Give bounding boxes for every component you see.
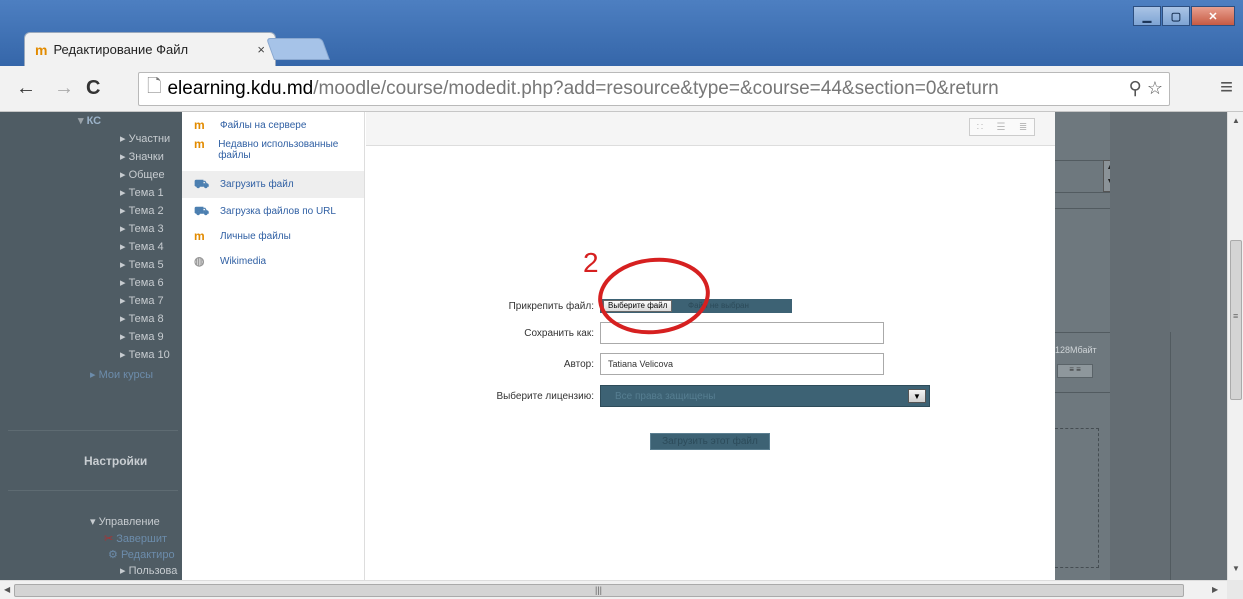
search-icon[interactable]: ⚲ <box>1129 78 1142 98</box>
tree-item[interactable]: ▸ Участни <box>120 132 170 145</box>
upload-icon: ⛟ <box>194 177 210 191</box>
list-view-icon[interactable]: ☰ <box>997 122 1006 133</box>
vertical-scrollbar[interactable]: ▲ ≡ ▼ <box>1227 112 1243 580</box>
scroll-up-icon[interactable]: ▲ <box>1232 116 1240 125</box>
repo-server-files[interactable]: m Файлы на сервере <box>182 112 364 135</box>
settings-item[interactable]: ⚙ Редактиро <box>108 548 175 561</box>
divider <box>8 430 178 431</box>
tree-item[interactable]: ▸ Тема 8 <box>120 312 164 325</box>
tree-item[interactable]: ▸ Тема 6 <box>120 276 164 289</box>
moodle-m-icon: m <box>194 118 205 132</box>
scroll-right-icon[interactable]: ▶ <box>1212 585 1218 594</box>
settings-item[interactable]: ▸ Пользова <box>120 564 177 577</box>
divider <box>8 490 178 491</box>
tree-item[interactable]: ▸ Значки <box>120 150 164 163</box>
right-column <box>1110 112 1170 580</box>
repo-upload-file[interactable]: ⛟ Загрузить файл <box>182 171 364 198</box>
maximize-icon[interactable]: ▢ <box>1162 6 1190 26</box>
file-input[interactable]: Выберите файл Файл не выбран <box>600 299 792 313</box>
drop-zone[interactable] <box>1055 428 1099 568</box>
view-mode-buttons[interactable]: ∷ ☰ ≣ <box>969 118 1035 136</box>
url-download-icon: ⛟ <box>194 204 210 218</box>
tree-item[interactable]: ▸ Тема 4 <box>120 240 164 253</box>
license-select[interactable]: Все права защищены ▼ <box>600 385 930 407</box>
repo-url-download[interactable]: ⛟ Загрузка файлов по URL <box>182 198 364 221</box>
picker-toolbar: ∷ ☰ ≣ <box>366 112 1055 146</box>
browser-tab[interactable]: m Редактирование Файл × <box>24 32 276 66</box>
choose-file-button[interactable]: Выберите файл <box>603 300 673 312</box>
tree-item[interactable]: ▸ Тема 2 <box>120 204 164 217</box>
tools-icon: ✂ <box>104 533 114 545</box>
repo-wikimedia[interactable]: ◍ Wikimedia <box>182 246 364 271</box>
settings-block-title: Настройки <box>84 454 148 468</box>
upload-file-button[interactable]: Загрузить этот файл <box>650 433 770 450</box>
tree-item[interactable]: ▸ Общее <box>120 168 165 181</box>
manage-item[interactable]: ▾ Управление <box>90 515 160 528</box>
license-label: Выберите лицензию: <box>496 391 594 402</box>
author-label: Автор: <box>563 359 594 370</box>
repo-recent-files[interactable]: m Недавно использованные файлы <box>182 135 364 165</box>
browser-toolbar: ← → C 🗋 elearning.kdu.md/moodle/course/m… <box>0 66 1243 112</box>
close-icon[interactable]: × <box>257 42 265 57</box>
moodle-m-icon: m <box>35 41 48 58</box>
tree-item[interactable]: ▸ Тема 1 <box>120 186 164 199</box>
moodle-m-icon: m <box>194 229 205 243</box>
save-as-label: Сохранить как: <box>524 328 594 339</box>
window-controls: ▁ ▢ ✕ <box>1132 6 1235 26</box>
file-picker-dialog: m Файлы на сервере m Недавно использован… <box>182 112 1055 580</box>
scroll-left-icon[interactable]: ◀ <box>4 585 10 594</box>
new-tab-button[interactable] <box>265 38 331 60</box>
gear-icon: ⚙ <box>108 549 118 561</box>
my-courses-link[interactable]: ▸ Мои курсы <box>90 368 153 381</box>
author-field[interactable] <box>600 353 884 375</box>
view-toggle-icon[interactable]: ≡ ≡ <box>1057 364 1093 378</box>
minimize-icon[interactable]: ▁ <box>1133 6 1161 26</box>
horizontal-scrollbar[interactable]: ◀ ||| ▶ <box>0 580 1227 599</box>
address-bar[interactable]: 🗋 elearning.kdu.md/moodle/course/modedit… <box>138 72 1170 106</box>
attach-file-label: Прикрепить файл: <box>508 301 594 312</box>
icon-view-icon[interactable]: ∷ <box>977 122 983 133</box>
navigation-block: ▾ КС ▸ Участни ▸ Значки ▸ Общее ▸ Тема 1… <box>0 112 182 580</box>
window-titlebar: m Редактирование Файл × ▁ ▢ ✕ <box>0 0 1243 66</box>
back-arrow-icon[interactable]: ← <box>16 77 36 100</box>
tree-item[interactable]: ▸ Тема 3 <box>120 222 164 235</box>
grip-icon: ≡ <box>1233 311 1239 321</box>
max-size-label: 128Мбайт <box>1055 345 1097 355</box>
divider <box>1170 332 1171 580</box>
page-viewport: ▾ КС ▸ Участни ▸ Значки ▸ Общее ▸ Тема 1… <box>0 112 1227 580</box>
vertical-scroll-thumb[interactable]: ≡ <box>1230 240 1242 400</box>
reload-icon[interactable]: C <box>86 77 100 100</box>
url-host: elearning.kdu.md <box>167 78 314 99</box>
wikimedia-icon: ◍ <box>194 254 205 268</box>
scroll-down-icon[interactable]: ▼ <box>1232 564 1240 573</box>
chevron-down-icon[interactable]: ▼ <box>908 389 926 403</box>
repository-list: m Файлы на сервере m Недавно использован… <box>182 112 365 580</box>
horizontal-scroll-thumb[interactable]: ||| <box>14 584 1184 597</box>
close-window-icon[interactable]: ✕ <box>1191 6 1235 26</box>
tree-item[interactable]: ▸ Тема 7 <box>120 294 164 307</box>
no-file-chosen-text: Файл не выбран <box>688 301 749 310</box>
tree-item[interactable]: ▸ Тема 10 <box>120 348 170 361</box>
star-icon[interactable]: ☆ <box>1147 78 1163 98</box>
tree-item[interactable]: ▸ Тема 5 <box>120 258 164 271</box>
hamburger-menu-icon[interactable]: ≡ <box>1220 74 1233 100</box>
tab-title: Редактирование Файл <box>53 42 189 57</box>
repo-private-files[interactable]: m Личные файлы <box>182 221 364 246</box>
settings-item[interactable]: ✂ Завершит <box>104 532 167 545</box>
save-as-field[interactable] <box>600 322 884 344</box>
moodle-m-icon: m <box>194 137 205 151</box>
omnibox-icons: ⚲ ☆ <box>1129 78 1163 99</box>
grip-icon: ||| <box>595 585 603 595</box>
tree-course[interactable]: ▾ КС <box>78 114 101 127</box>
license-value: Все права защищены <box>615 391 716 402</box>
scrollbar-corner <box>1227 580 1243 599</box>
tree-item[interactable]: ▸ Тема 9 <box>120 330 164 343</box>
tree-view-icon[interactable]: ≣ <box>1019 122 1027 133</box>
url-path: /moodle/course/modedit.php?add=resource&… <box>313 78 999 99</box>
page-icon: 🗋 <box>147 76 162 96</box>
forward-arrow-icon[interactable]: → <box>54 77 74 100</box>
